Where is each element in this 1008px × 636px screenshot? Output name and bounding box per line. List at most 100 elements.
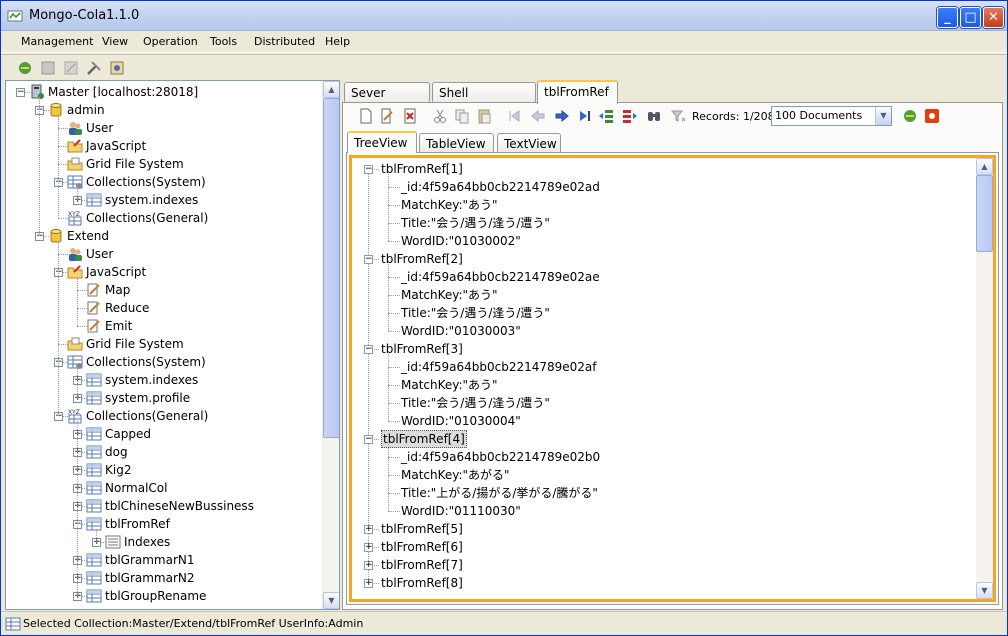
previous-page-icon[interactable] bbox=[530, 108, 546, 124]
document-field[interactable]: _id:4f59a64bb0cb2214789e02b0 bbox=[352, 448, 972, 466]
document-scrollbar[interactable]: ▲ ▼ bbox=[976, 158, 993, 599]
tree-node[interactable]: User bbox=[6, 245, 322, 263]
document-field[interactable]: Title:"会う/遇う/逢う/遭う" bbox=[352, 304, 972, 322]
tree-node[interactable]: XYZ Collections(General) bbox=[6, 209, 322, 227]
disconnect-icon[interactable] bbox=[40, 60, 56, 76]
tree-node[interactable]: Reduce bbox=[6, 299, 322, 317]
tree-node[interactable]: − Collections(System) bbox=[6, 353, 322, 371]
scroll-down-button[interactable]: ▼ bbox=[323, 592, 339, 609]
menu-operation[interactable]: Operation bbox=[143, 35, 198, 48]
tree-node[interactable]: + system.indexes bbox=[6, 191, 322, 209]
tree-node[interactable]: − Collections(System) bbox=[6, 173, 322, 191]
find-icon[interactable] bbox=[646, 108, 662, 124]
menu-distributed[interactable]: Distributed bbox=[254, 35, 315, 48]
scroll-thumb[interactable] bbox=[323, 98, 339, 438]
tree-node[interactable]: + tblGroupRename bbox=[6, 587, 322, 605]
tree-node[interactable]: − Master [localhost:28018] bbox=[6, 83, 322, 101]
tree-node[interactable]: + system.profile bbox=[6, 389, 322, 407]
document-field[interactable]: WordID:"01030004" bbox=[352, 412, 972, 430]
tree-scrollbar[interactable]: ▲ ▼ bbox=[322, 81, 339, 609]
menu-view[interactable]: View bbox=[102, 35, 128, 48]
tree-node[interactable]: User bbox=[6, 119, 322, 137]
stop-icon[interactable] bbox=[924, 108, 940, 124]
tree-node[interactable]: + Capped bbox=[6, 425, 322, 443]
document-node[interactable]: − tblFromRef[4] bbox=[352, 430, 972, 448]
document-field[interactable]: MatchKey:"あう" bbox=[352, 196, 972, 214]
document-field[interactable]: Title:"上がる/揚がる/挙がる/騰がる" bbox=[352, 484, 972, 502]
minimize-button[interactable]: _ bbox=[937, 7, 958, 28]
tree-node[interactable]: − admin bbox=[6, 101, 322, 119]
delete-document-icon[interactable] bbox=[402, 108, 418, 124]
scroll-up-button[interactable]: ▲ bbox=[323, 81, 339, 98]
tab-tblfromref[interactable]: tblFromRef bbox=[537, 80, 618, 104]
tree-node[interactable]: − JavaScript bbox=[6, 263, 322, 281]
tab-textview[interactable]: TextView bbox=[497, 133, 561, 153]
tree-node[interactable]: + NormalCol bbox=[6, 479, 322, 497]
document-field[interactable]: _id:4f59a64bb0cb2214789e02af bbox=[352, 358, 972, 376]
document-field[interactable]: WordID:"01110030" bbox=[352, 502, 972, 520]
tree-node[interactable]: Emit bbox=[6, 317, 322, 335]
expand-icon[interactable]: + bbox=[364, 561, 373, 570]
document-field[interactable]: Title:"会う/遇う/逢う/遭う" bbox=[352, 394, 972, 412]
tree-node[interactable]: − Extend bbox=[6, 227, 322, 245]
tab-tableview[interactable]: TableView bbox=[419, 133, 494, 153]
tree-node[interactable]: + Kig2 bbox=[6, 461, 322, 479]
tree-node[interactable]: − tblFromRef bbox=[6, 515, 322, 533]
cut-icon[interactable] bbox=[432, 108, 448, 124]
document-field[interactable]: MatchKey:"あう" bbox=[352, 286, 972, 304]
document-node[interactable]: − tblFromRef[2] bbox=[352, 250, 972, 268]
document-field[interactable]: WordID:"01030003" bbox=[352, 322, 972, 340]
connect-icon[interactable] bbox=[17, 60, 33, 76]
tree-node[interactable]: Map bbox=[6, 281, 322, 299]
document-field[interactable]: _id:4f59a64bb0cb2214789e02ae bbox=[352, 268, 972, 286]
new-document-icon[interactable] bbox=[358, 108, 374, 124]
tab-shell-command[interactable]: Shell Command bbox=[432, 82, 536, 120]
document-node[interactable]: − tblFromRef[1] bbox=[352, 160, 972, 178]
doc-scroll-up-button[interactable]: ▲ bbox=[976, 158, 993, 175]
doc-scroll-thumb[interactable] bbox=[976, 175, 993, 252]
tools-icon[interactable] bbox=[86, 60, 102, 76]
document-node[interactable]: − tblFromRef[3] bbox=[352, 340, 972, 358]
document-node[interactable]: + tblFromRef[5] bbox=[352, 520, 972, 538]
collapse-icon[interactable]: − bbox=[16, 88, 25, 97]
tree-node[interactable]: Grid File System bbox=[6, 335, 322, 353]
page-size-select[interactable]: 100 Documents ▼ bbox=[771, 106, 892, 126]
document-node[interactable]: + tblFromRef[6] bbox=[352, 538, 972, 556]
maximize-button[interactable]: □ bbox=[960, 7, 981, 28]
collapse-all-icon[interactable] bbox=[622, 108, 638, 124]
tab-treeview[interactable]: TreeView bbox=[347, 131, 417, 153]
document-field[interactable]: MatchKey:"あう" bbox=[352, 376, 972, 394]
collapse-icon[interactable]: − bbox=[364, 435, 373, 444]
first-page-icon[interactable] bbox=[506, 108, 522, 124]
document-field[interactable]: _id:4f59a64bb0cb2214789e02ad bbox=[352, 178, 972, 196]
tree-node[interactable]: + tblChineseNewBussiness bbox=[6, 497, 322, 515]
document-node[interactable]: + tblFromRef[7] bbox=[352, 556, 972, 574]
menu-management[interactable]: Management bbox=[21, 35, 93, 48]
tree-node[interactable]: + system.indexes bbox=[6, 371, 322, 389]
edit-disabled-icon[interactable] bbox=[63, 60, 79, 76]
last-page-icon[interactable] bbox=[577, 108, 593, 124]
tree-node[interactable]: + dog bbox=[6, 443, 322, 461]
expand-icon[interactable]: + bbox=[364, 543, 373, 552]
paste-icon[interactable] bbox=[476, 108, 492, 124]
tree-node[interactable]: JavaScript bbox=[6, 137, 322, 155]
next-page-icon[interactable] bbox=[554, 108, 570, 124]
document-field[interactable]: Title:"会う/遇う/逢う/遭う" bbox=[352, 214, 972, 232]
edit-document-icon[interactable] bbox=[379, 108, 395, 124]
copy-icon[interactable] bbox=[454, 108, 470, 124]
options-icon[interactable] bbox=[109, 60, 125, 76]
document-field[interactable]: WordID:"01030002" bbox=[352, 232, 972, 250]
refresh-icon[interactable] bbox=[902, 108, 918, 124]
collapse-icon[interactable]: − bbox=[364, 165, 373, 174]
document-node[interactable]: + tblFromRef[8] bbox=[352, 574, 972, 592]
tree-node[interactable]: + tblGrammarN1 bbox=[6, 551, 322, 569]
close-button[interactable]: ✕ bbox=[983, 7, 1004, 28]
menu-tools[interactable]: Tools bbox=[210, 35, 237, 48]
tree-node[interactable]: Grid File System bbox=[6, 155, 322, 173]
expand-all-icon[interactable] bbox=[598, 108, 614, 124]
filter-icon[interactable] bbox=[670, 108, 686, 124]
tree-node[interactable]: + tblGrammarN2 bbox=[6, 569, 322, 587]
document-field[interactable]: MatchKey:"あがる" bbox=[352, 466, 972, 484]
tree-node[interactable]: + Indexes bbox=[6, 533, 322, 551]
expand-icon[interactable]: + bbox=[364, 579, 373, 588]
